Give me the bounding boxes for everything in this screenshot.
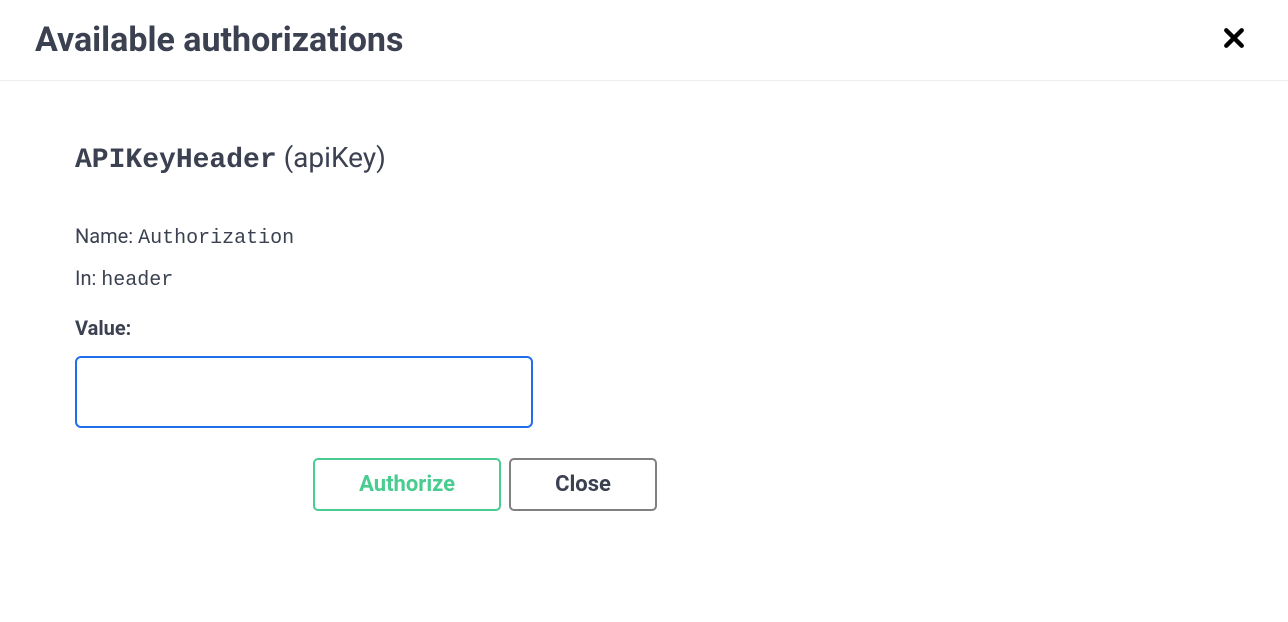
auth-name-label: Name: (75, 224, 133, 248)
authorization-modal: Available authorizations APIKeyHeader (a… (0, 0, 1288, 551)
modal-header: Available authorizations (0, 0, 1288, 81)
modal-body: APIKeyHeader (apiKey) Name: Authorizatio… (0, 81, 1288, 551)
auth-value-label: Value: (75, 316, 1213, 340)
close-icon[interactable] (1215, 26, 1253, 54)
button-row: Authorize Close (75, 458, 895, 511)
auth-name-row: Name: Authorization (75, 224, 1213, 250)
auth-in-value: header (101, 269, 173, 292)
auth-value-input[interactable] (75, 356, 533, 428)
auth-name-value: Authorization (138, 227, 294, 250)
auth-scheme-heading: APIKeyHeader (apiKey) (75, 141, 1213, 176)
auth-scheme-type: (apiKey) (284, 141, 386, 174)
modal-title: Available authorizations (35, 20, 403, 60)
auth-scheme-name: APIKeyHeader (75, 145, 277, 176)
auth-in-label: In: (75, 266, 96, 290)
auth-in-row: In: header (75, 266, 1213, 292)
close-button[interactable]: Close (509, 458, 657, 511)
authorize-button[interactable]: Authorize (313, 458, 501, 511)
